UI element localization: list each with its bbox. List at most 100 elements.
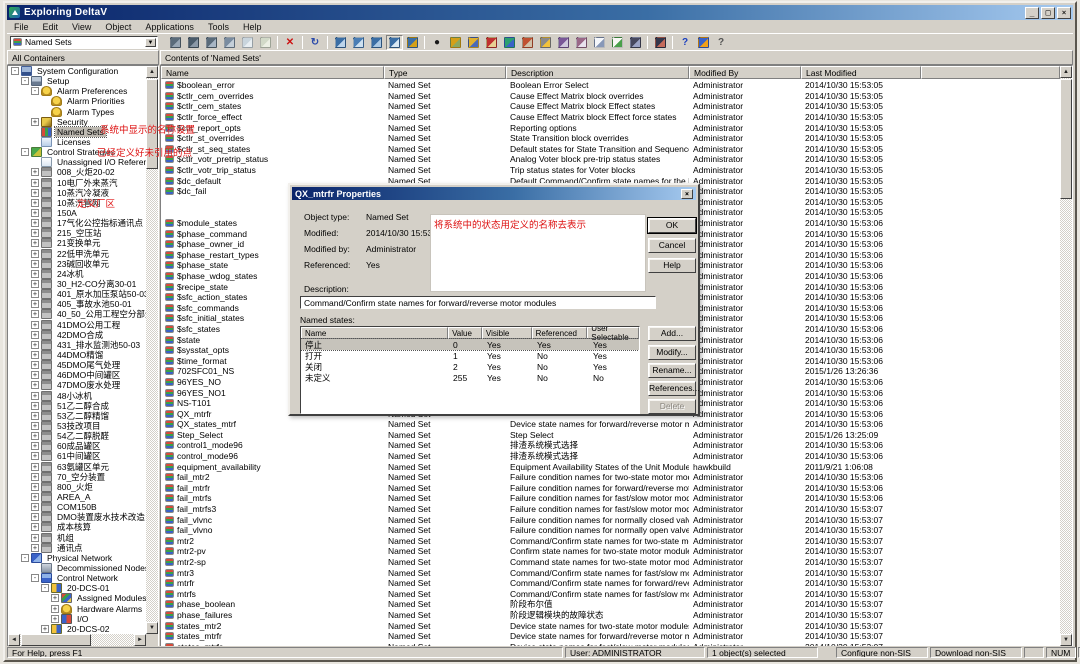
tree-item-physical-network[interactable]: -Physical Network <box>8 553 146 563</box>
expand-icon[interactable]: + <box>31 179 39 187</box>
list-row--boolean-error[interactable]: $boolean_errorNamed SetBoolean Error Sel… <box>161 80 1060 91</box>
view-small-buttons-icon[interactable] <box>350 35 367 50</box>
list-row-fail-mtrfr[interactable]: fail_mtrfrNamed SetFailure condition nam… <box>161 483 1060 494</box>
named-state-row[interactable]: 停止0YesYesYes <box>301 339 639 350</box>
dialog-close-icon[interactable]: × <box>681 189 693 199</box>
tree-scroll-right-icon[interactable]: ► <box>134 634 146 646</box>
view-large-buttons-icon[interactable] <box>332 35 349 50</box>
upload-button[interactable] <box>465 35 482 50</box>
expand-icon[interactable]: + <box>31 331 39 339</box>
replace-button[interactable]: ↻ <box>307 35 324 50</box>
list-row-fail-mtrfs3[interactable]: fail_mtrfs3Named SetFailure condition na… <box>161 504 1060 515</box>
tree-scroll-down-icon[interactable]: ▼ <box>146 622 158 634</box>
states-column-value[interactable]: Value <box>448 327 482 339</box>
delete-button[interactable]: ✕ <box>282 35 299 50</box>
grid-config-alt-button[interactable] <box>573 35 590 50</box>
list-row--ctlr-votr-trip-status[interactable]: $ctlr_votr_trip_statusNamed SetTrip stat… <box>161 165 1060 176</box>
description-field[interactable]: Command/Confirm state names for forward/… <box>300 296 656 309</box>
tree-item-i-o[interactable]: +I/O <box>8 614 146 624</box>
list-row-mtr2-sp[interactable]: mtr2-spNamed SetCommand state names for … <box>161 557 1060 568</box>
states-column-name[interactable]: Name <box>301 327 448 339</box>
list-row-mtr2[interactable]: mtr2Named SetCommand/Confirm state names… <box>161 536 1060 547</box>
list-scroll-up-icon[interactable]: ▲ <box>1060 66 1072 78</box>
list-row--ctlr-st-overrides[interactable]: $ctlr_st_overridesNamed SetState Transit… <box>161 133 1060 144</box>
filter-button[interactable] <box>404 35 421 50</box>
expand-icon[interactable]: + <box>31 473 39 481</box>
list-row--ctlr-cem-states[interactable]: $ctlr_cem_statesNamed SetCause Effect Ma… <box>161 101 1060 112</box>
column-header-modified-by[interactable]: Modified By <box>689 66 801 79</box>
diagnostics-book-button[interactable] <box>483 35 500 50</box>
refs-button[interactable]: References... <box>648 381 696 396</box>
globe-button[interactable]: ● <box>429 35 446 50</box>
list-vertical-scrollbar[interactable]: ▲ ▼ <box>1060 66 1072 646</box>
expand-icon[interactable]: + <box>31 280 39 288</box>
dialog-title-bar[interactable]: QX_mtrfr Properties × <box>292 187 696 200</box>
minimize-button[interactable]: _ <box>1025 7 1039 19</box>
expand-icon[interactable]: + <box>31 199 39 207</box>
expand-icon[interactable]: + <box>31 341 39 349</box>
list-row--ctlr-force-effect[interactable]: $ctlr_force_effectNamed SetCause Effect … <box>161 112 1060 123</box>
list-scroll-down-icon[interactable]: ▼ <box>1060 634 1072 646</box>
tree-item-system-configuration[interactable]: -System Configuration <box>8 66 146 76</box>
column-header-last-modified[interactable]: Last Modified <box>801 66 921 79</box>
tree-item--[interactable]: +成本核算 <box>8 522 146 532</box>
tree-item--[interactable]: +通讯点 <box>8 543 146 553</box>
collapse-icon[interactable]: - <box>11 67 19 75</box>
tree-item-area-a[interactable]: +AREA_A <box>8 492 146 502</box>
user-key-button[interactable] <box>537 35 554 50</box>
expand-icon[interactable]: + <box>31 523 39 531</box>
list-row-fail-mtrfs[interactable]: fail_mtrfsNamed SetFailure condition nam… <box>161 493 1060 504</box>
tree-item-decommissioned-nodes[interactable]: Decommissioned Nodes <box>8 563 146 573</box>
expand-icon[interactable]: + <box>31 513 39 521</box>
modify-button[interactable]: Modify... <box>648 345 696 360</box>
tree-item-setup[interactable]: -Setup <box>8 76 146 86</box>
named-state-row[interactable]: 关闭2YesNoYes <box>301 361 639 372</box>
add-button[interactable]: Add... <box>648 326 696 341</box>
expand-icon[interactable]: + <box>31 361 39 369</box>
tree-item-alarm-types[interactable]: Alarm Types <box>8 107 146 117</box>
states-column-user-selectable[interactable]: User Selectable <box>587 327 639 339</box>
list-row-equipment-availability[interactable]: equipment_availabilityNamed SetEquipment… <box>161 461 1060 472</box>
expand-icon[interactable]: + <box>31 118 39 126</box>
list-row-mtr2-pv[interactable]: mtr2-pvNamed SetConfirm state names for … <box>161 546 1060 557</box>
column-header-name[interactable]: Name <box>161 66 384 79</box>
list-row--ctlr-votr-pretrip-status[interactable]: $ctlr_votr_pretrip_statusNamed SetAnalog… <box>161 154 1060 165</box>
list-row-phase-failures[interactable]: phase_failuresNamed Set阶段逻辑模块的故障状态Admini… <box>161 610 1060 621</box>
list-row--ctlr-st-seq-states[interactable]: $ctlr_st_seq_statesNamed SetDefault stat… <box>161 144 1060 155</box>
cancel-button[interactable]: Cancel <box>648 238 696 253</box>
expand-icon[interactable]: + <box>31 209 39 217</box>
palette-button[interactable] <box>519 35 536 50</box>
books-button[interactable] <box>695 35 712 50</box>
expand-icon[interactable]: + <box>31 483 39 491</box>
collapse-icon[interactable]: - <box>21 148 29 156</box>
column-header-description[interactable]: Description <box>506 66 689 79</box>
menu-edit[interactable]: Edit <box>36 22 66 32</box>
paste-button[interactable] <box>257 35 274 50</box>
close-button[interactable]: × <box>1057 7 1071 19</box>
expand-icon[interactable]: + <box>31 544 39 552</box>
tree-item-assigned-modules[interactable]: +Assigned Modules <box>8 593 146 603</box>
expand-icon[interactable]: + <box>31 321 39 329</box>
keyboard-button[interactable] <box>652 35 669 50</box>
list-row-control-mode96[interactable]: control_mode96Named Set排渣系统模式选择Administr… <box>161 451 1060 462</box>
view-details-button[interactable] <box>386 35 403 50</box>
list-row-states-mtrfr[interactable]: states_mtrfrNamed SetDevice state names … <box>161 631 1060 642</box>
expand-icon[interactable]: + <box>31 392 39 400</box>
help-button[interactable]: Help <box>648 258 696 273</box>
expand-icon[interactable]: + <box>31 442 39 450</box>
expand-icon[interactable]: + <box>31 290 39 298</box>
table-button[interactable] <box>591 35 608 50</box>
named-state-row[interactable]: 打开1YesNoYes <box>301 350 639 361</box>
tree-scroll-up-icon[interactable]: ▲ <box>146 66 158 78</box>
tree-item-800-[interactable]: +800_火炬 <box>8 482 146 492</box>
expand-icon[interactable]: + <box>31 534 39 542</box>
download-button[interactable] <box>447 35 464 50</box>
objects-link-button[interactable] <box>203 35 220 50</box>
menu-object[interactable]: Object <box>98 22 138 32</box>
help-button[interactable]: ? <box>677 35 694 50</box>
rename-button[interactable]: Rename... <box>648 363 696 378</box>
menu-applications[interactable]: Applications <box>138 22 201 32</box>
tree-scroll-left-icon[interactable]: ◄ <box>8 634 20 646</box>
expand-icon[interactable]: + <box>31 189 39 197</box>
expand-icon[interactable]: + <box>31 402 39 410</box>
